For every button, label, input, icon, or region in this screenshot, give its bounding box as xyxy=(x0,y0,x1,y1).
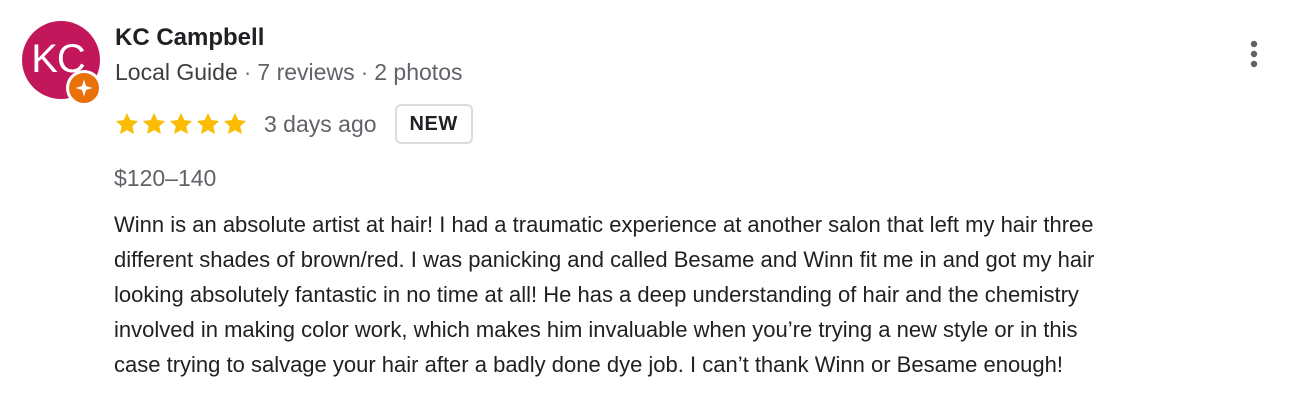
photo-count: 2 photos xyxy=(374,59,463,85)
star-icon xyxy=(196,112,220,134)
review-date: 3 days ago xyxy=(264,110,377,137)
meta-separator: · xyxy=(243,59,252,85)
meta-separator: · xyxy=(360,59,369,85)
local-guide-label: Local Guide xyxy=(115,59,238,85)
local-guide-star-icon xyxy=(75,79,93,97)
star-icon xyxy=(169,112,193,134)
reviewer-name[interactable]: KC Campbell xyxy=(115,22,463,54)
star-rating xyxy=(114,111,248,137)
reviewer-header: KC Campbell Local Guide · 7 reviews · 2 phot… xyxy=(115,22,463,88)
review-text-line: different shades of brown/red. I was pan… xyxy=(114,247,1095,272)
price-range: $120–140 xyxy=(114,165,217,191)
more-options-button[interactable] xyxy=(1240,34,1268,74)
review-text-line: looking absolutely fantastic in no time … xyxy=(114,282,1079,307)
review-text-line: Winn is an absolute artist at hair! I ha… xyxy=(114,212,1094,237)
star-icon xyxy=(223,112,247,134)
review-text: Winn is an absolute artist at hair! I ha… xyxy=(114,207,1264,382)
new-badge: NEW xyxy=(394,104,473,144)
rating-row: 3 days ago NEW xyxy=(114,102,473,146)
review-card: KC KC Campbell Local Guide · 7 reviews · 2 p… xyxy=(0,0,1310,401)
review-text-line: case trying to salvage your hair after a… xyxy=(114,352,1063,377)
star-icon xyxy=(142,112,166,134)
review-count: 7 reviews xyxy=(257,59,355,85)
reviewer-meta: Local Guide · 7 reviews · 2 photos xyxy=(115,56,463,88)
star-icon xyxy=(115,112,139,134)
more-vert-icon xyxy=(1250,40,1258,68)
review-text-line: involved in making color work, which mak… xyxy=(114,317,1078,342)
local-guide-badge-icon xyxy=(66,70,102,106)
